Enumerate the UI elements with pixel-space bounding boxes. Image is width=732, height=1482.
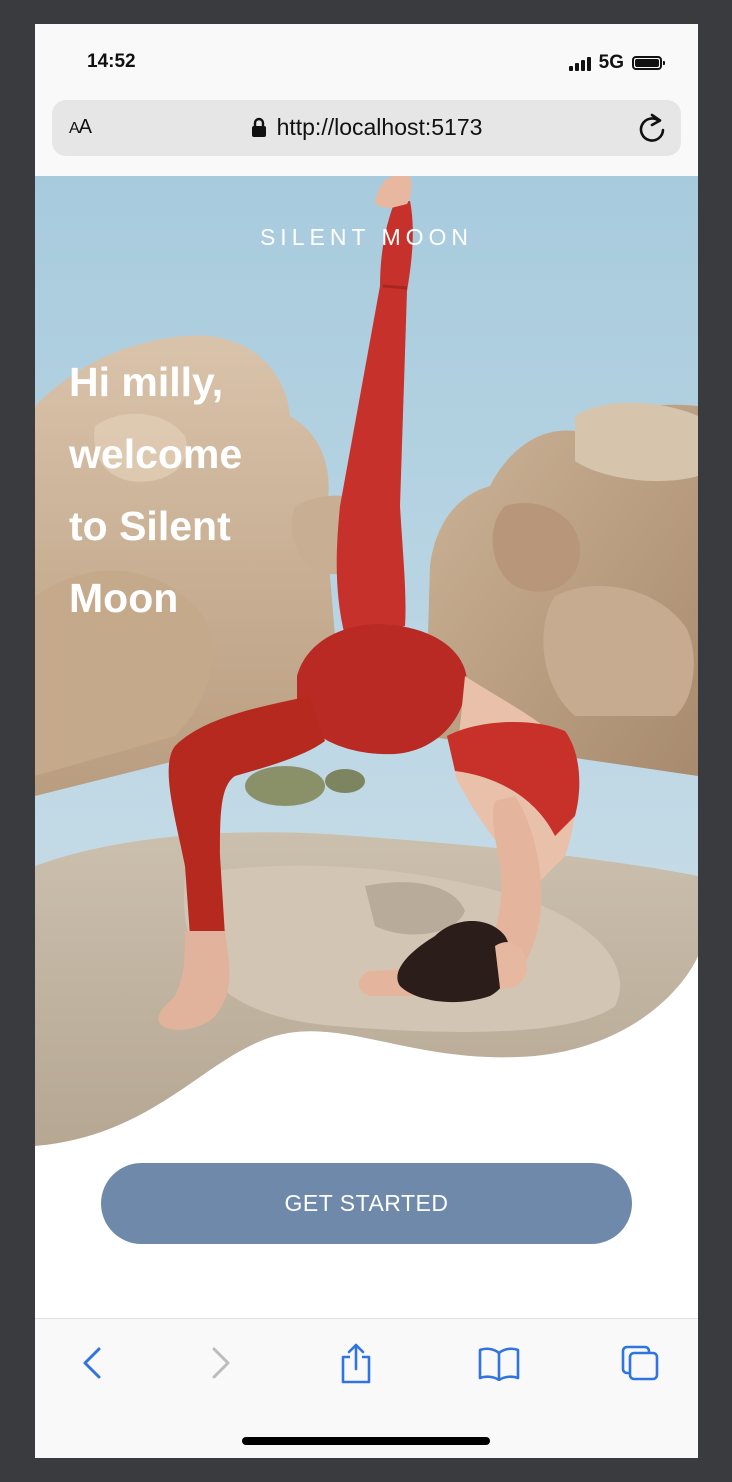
address-bar[interactable]: AA http://localhost:5173: [52, 100, 681, 156]
share-icon: [339, 1342, 373, 1389]
status-indicators: 5G: [568, 52, 665, 74]
status-time: 14:52: [87, 51, 136, 72]
welcome-heading: Hi milly, welcome to Silent Moon: [69, 346, 309, 634]
browser-toolbar: [35, 1318, 698, 1458]
greeting-line: Moon: [69, 575, 179, 621]
back-button[interactable]: [67, 1343, 117, 1387]
url-display[interactable]: http://localhost:5173: [52, 114, 681, 143]
greeting-line: Hi milly,: [69, 359, 224, 405]
get-started-button[interactable]: GET STARTED: [101, 1163, 632, 1244]
forward-icon: [210, 1346, 232, 1385]
battery-icon: [632, 56, 665, 70]
reload-icon[interactable]: [637, 112, 667, 149]
lock-icon: [251, 116, 267, 143]
share-button[interactable]: [331, 1343, 381, 1387]
forward-button[interactable]: [196, 1343, 246, 1387]
back-icon: [81, 1346, 103, 1385]
bookmarks-icon: [477, 1345, 521, 1386]
browser-address-area: AA http://localhost:5173: [35, 100, 698, 176]
greeting-line: welcome: [69, 431, 243, 477]
yoga-photo: [35, 176, 698, 1146]
network-label: 5G: [598, 52, 624, 73]
url-text: http://localhost:5173: [276, 114, 483, 140]
phone-screen: 14:52 5G AA http://localhost:5173 SILENT…: [35, 24, 698, 1458]
signal-icon: [568, 55, 591, 71]
tabs-icon: [620, 1344, 660, 1387]
status-bar: 14:52 5G: [35, 24, 698, 104]
home-indicator[interactable]: [242, 1437, 490, 1445]
brand-logo-text: SILENT MOON: [259, 224, 474, 250]
greeting-line: to Silent: [69, 503, 231, 549]
hero-image: SILENT MOON Hi milly, welcome to Silent …: [35, 176, 698, 1146]
bookmarks-button[interactable]: [474, 1343, 524, 1387]
tabs-button[interactable]: [615, 1343, 665, 1387]
